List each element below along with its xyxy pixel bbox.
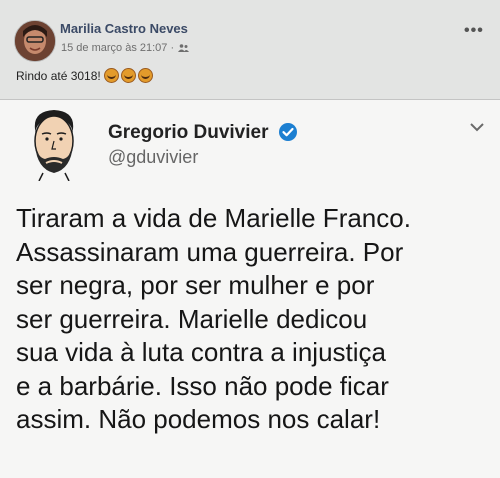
grinning-face-icon <box>103 68 119 83</box>
verified-badge-icon <box>279 123 297 141</box>
tweet-author-avatar[interactable] <box>25 107 83 181</box>
friends-icon <box>178 44 190 52</box>
post-caption: Rindo até 3018! <box>16 68 155 83</box>
tweet-author-name[interactable]: Gregorio Duvivier <box>108 122 269 144</box>
avatar[interactable] <box>14 20 56 62</box>
tweet-text-line: ser guerreira. Marielle dedicou <box>16 303 368 334</box>
embedded-tweet-card[interactable]: Gregorio Duvivier @gduvivier Tiraram a v… <box>0 99 500 478</box>
tweet-text-line: assim. Não podemos nos calar! <box>16 404 381 434</box>
tweet-text-line: sua vida à luta contra a injustiça <box>16 337 386 367</box>
grinning-face-icon <box>137 68 153 83</box>
post-author-name[interactable]: Marilia Castro Neves <box>60 21 188 36</box>
tweet-text-line: ser negra, por ser mulher e por <box>16 270 375 300</box>
tweet-text-line: Tiraram a vida de Marielle Franco. <box>16 203 411 233</box>
tweet-author-handle[interactable]: @gduvivier <box>108 147 198 168</box>
chevron-down-icon[interactable] <box>469 120 485 134</box>
post-caption-text: Rindo até 3018! <box>16 68 101 83</box>
facebook-post-header: Marilia Castro Neves 15 de março às 21:0… <box>0 0 500 100</box>
post-options-menu[interactable]: ••• <box>464 22 484 40</box>
post-meta: 15 de março às 21:07 · <box>61 42 190 54</box>
caption-emojis <box>103 68 155 83</box>
tweet-text-line: Assassinaram uma guerreira. Por <box>16 236 404 267</box>
tweet-text: Tiraram a vida de Marielle Franco. Assas… <box>16 202 498 437</box>
post-timestamp[interactable]: 15 de março às 21:07 · <box>61 42 174 54</box>
grinning-face-icon <box>120 68 136 83</box>
tweet-text-line: e a barbárie. Isso não pode ficar <box>16 370 389 401</box>
